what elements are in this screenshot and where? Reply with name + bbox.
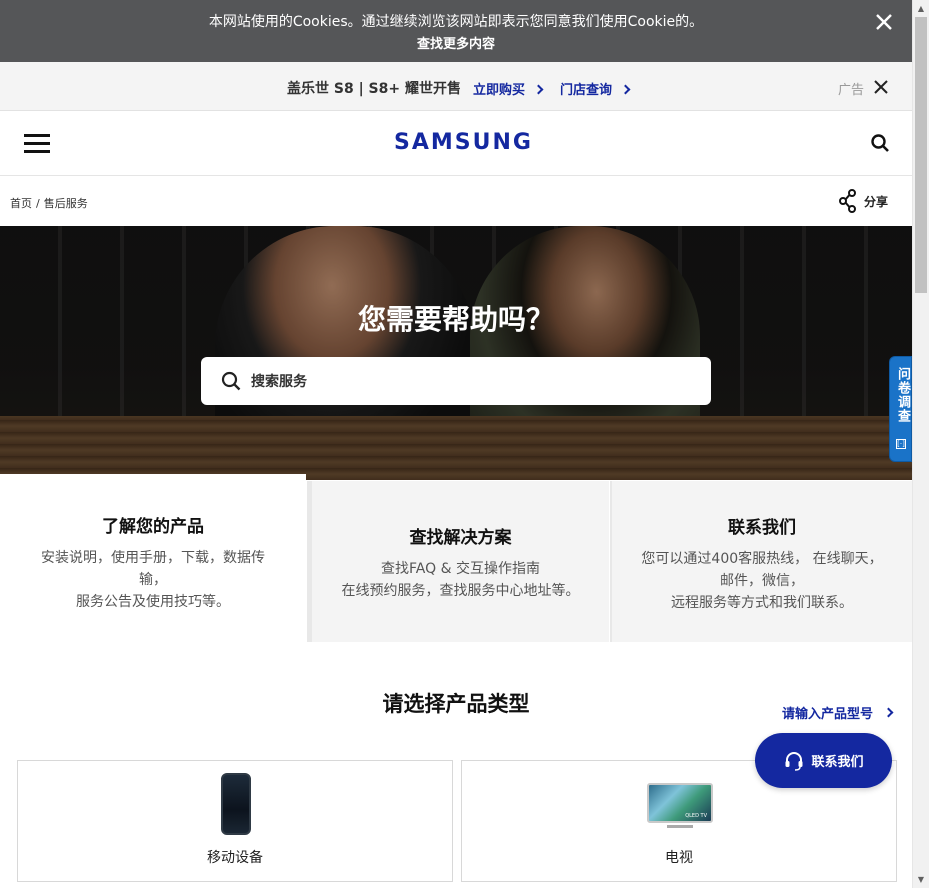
survey-icon: [·] bbox=[896, 439, 906, 449]
tv-stand bbox=[667, 825, 693, 828]
share-button[interactable]: 分享 bbox=[838, 189, 888, 213]
close-ad-icon[interactable] bbox=[874, 80, 888, 94]
menu-icon[interactable] bbox=[24, 134, 50, 154]
hero-title: 您需要帮助吗？ bbox=[357, 303, 554, 336]
chevron-right-icon bbox=[533, 84, 544, 95]
headset-icon bbox=[785, 751, 803, 771]
breadcrumb-current: 售后服务 bbox=[43, 197, 88, 210]
samsung-logo[interactable]: SAMSUNG bbox=[394, 130, 533, 155]
scroll-down-icon[interactable]: ▼ bbox=[913, 871, 929, 888]
tab-title: 查找解决方案 bbox=[409, 528, 512, 548]
product-card-mobile[interactable]: 移动设备 bbox=[17, 760, 453, 882]
service-tabs: 了解您的产品 安装说明，使用手册，下载，数据传输， 服务公告及使用技巧等。 查找解… bbox=[0, 474, 912, 642]
search-icon[interactable] bbox=[870, 133, 890, 153]
share-label: 分享 bbox=[863, 194, 888, 209]
promo-text: 盖乐世 S8 | S8+ 耀世开售 bbox=[287, 81, 461, 97]
close-icon[interactable] bbox=[874, 12, 894, 32]
contact-us-label: 联系我们 bbox=[811, 755, 864, 770]
cookie-message: 本网站使用的Cookies。通过继续浏览该网站即表示您同意我们使用Cookie的… bbox=[208, 14, 704, 30]
tab-description: 安装说明，使用手册，下载，数据传输， 服务公告及使用技巧等。 bbox=[41, 550, 265, 610]
cookie-banner: 本网站使用的Cookies。通过继续浏览该网站即表示您同意我们使用Cookie的… bbox=[0, 0, 912, 62]
hero-overlay bbox=[0, 226, 912, 480]
chevron-right-icon bbox=[883, 707, 894, 718]
tab-know-your-product[interactable]: 了解您的产品 安装说明，使用手册，下载，数据传输， 服务公告及使用技巧等。 bbox=[0, 474, 306, 642]
share-icon bbox=[838, 189, 856, 213]
search-icon bbox=[221, 371, 241, 391]
service-search-input[interactable]: 搜索服务 bbox=[201, 357, 711, 405]
model-number-link[interactable]: 请输入产品型号 bbox=[781, 703, 894, 722]
contact-us-button[interactable]: 联系我们 bbox=[755, 733, 892, 788]
breadcrumb-separator: / bbox=[36, 197, 40, 210]
site-header: SAMSUNG bbox=[0, 111, 912, 176]
survey-label: 问卷调查 bbox=[895, 367, 910, 423]
tab-find-solutions[interactable]: 查找解决方案 查找FAQ & 交互操作指南 在线预约服务，查找服务中心地址等。 bbox=[307, 481, 609, 642]
chevron-right-icon bbox=[620, 84, 631, 95]
promo-bar: 盖乐世 S8 | S8+ 耀世开售 立即购买 门店查询 广告 bbox=[0, 62, 912, 111]
search-placeholder: 搜索服务 bbox=[251, 374, 307, 390]
tab-description: 您可以通过400客服热线， 在线聊天，邮件，微信， 远程服务等方式和我们联系。 bbox=[641, 551, 883, 611]
phone-icon bbox=[221, 773, 251, 835]
store-locator-link[interactable]: 门店查询 bbox=[560, 79, 631, 98]
product-type-title: 请选择产品类型 bbox=[382, 692, 530, 716]
model-number-label: 请输入产品型号 bbox=[781, 707, 873, 722]
ad-label: 广告 bbox=[837, 83, 864, 98]
buy-now-label: 立即购买 bbox=[473, 83, 526, 98]
page: 本网站使用的Cookies。通过继续浏览该网站即表示您同意我们使用Cookie的… bbox=[0, 0, 929, 888]
survey-tab[interactable]: 问卷调查 [·] bbox=[889, 356, 912, 462]
scrollbar-thumb[interactable] bbox=[915, 17, 927, 293]
breadcrumb-home[interactable]: 首页 bbox=[10, 197, 32, 210]
content: 本网站使用的Cookies。通过继续浏览该网站即表示您同意我们使用Cookie的… bbox=[0, 0, 912, 888]
tab-contact-us[interactable]: 联系我们 您可以通过400客服热线， 在线聊天，邮件，微信， 远程服务等方式和我们… bbox=[610, 481, 912, 642]
breadcrumb: 首页 / 售后服务 bbox=[10, 195, 88, 211]
scroll-up-icon[interactable]: ▲ bbox=[913, 0, 929, 17]
tv-icon: QLED TV bbox=[647, 783, 713, 823]
product-label: 移动设备 bbox=[207, 850, 263, 866]
hero-banner: 您需要帮助吗？ 搜索服务 bbox=[0, 226, 912, 480]
store-locator-label: 门店查询 bbox=[560, 83, 613, 98]
tab-title: 联系我们 bbox=[728, 518, 796, 538]
tv-badge: QLED TV bbox=[685, 813, 707, 819]
cookie-more-link[interactable]: 查找更多内容 bbox=[0, 33, 912, 52]
scrollbar[interactable]: ▲ ▼ bbox=[912, 0, 929, 888]
tab-title: 了解您的产品 bbox=[102, 517, 204, 537]
product-label: 电视 bbox=[665, 850, 693, 866]
tab-description: 查找FAQ & 交互操作指南 在线预约服务，查找服务中心地址等。 bbox=[341, 561, 580, 599]
buy-now-link[interactable]: 立即购买 bbox=[473, 79, 544, 98]
